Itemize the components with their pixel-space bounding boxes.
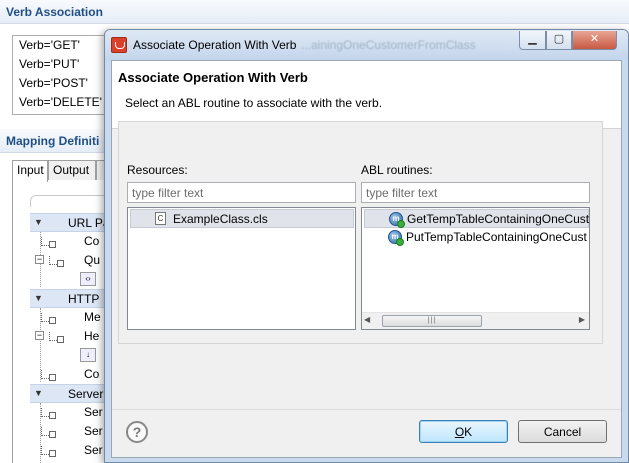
ok-mnemonic: O	[454, 424, 465, 439]
tree-node-icon	[41, 313, 56, 324]
abl-routines-list[interactable]: m GetTempTableContainingOneCust m PutTem…	[361, 207, 590, 330]
method-icon: m	[389, 212, 405, 228]
app-logo-icon	[111, 37, 127, 53]
abl-routine-item-get[interactable]: m GetTempTableContainingOneCust	[364, 209, 589, 228]
tree-item[interactable]: − He	[30, 327, 110, 346]
resources-label: Resources:	[127, 163, 188, 177]
background-title-ghost: ...ainingOneCustomerFromClass	[301, 38, 476, 52]
tree-node-icon	[41, 446, 56, 457]
abl-routine-item-put[interactable]: m PutTempTableContainingOneCust	[364, 228, 589, 247]
collapse-icon[interactable]: −	[35, 331, 44, 340]
tree-group-http[interactable]: ▼ HTTP	[30, 289, 110, 308]
verb-item-get[interactable]: Verb='GET'	[13, 36, 111, 55]
tab-output[interactable]: Output	[48, 160, 96, 181]
arrow-down-icon: ↓	[80, 348, 96, 362]
expand-arrow-icon[interactable]: ▼	[34, 388, 43, 398]
maximize-button[interactable]: ▢	[546, 31, 572, 50]
verb-list[interactable]: Verb='GET' Verb='PUT' Verb='POST' Verb='…	[12, 35, 112, 115]
ok-button[interactable]: OK	[419, 420, 508, 443]
dialog-titlebar[interactable]: Associate Operation With Verb ...ainingO…	[105, 30, 628, 60]
tree-group-server[interactable]: ▼ Server	[30, 384, 110, 403]
help-icon[interactable]: ?	[126, 421, 148, 443]
associate-operation-dialog: Associate Operation With Verb ...ainingO…	[104, 29, 629, 463]
collapse-icon[interactable]: −	[35, 255, 44, 264]
tree-item[interactable]: Co	[30, 232, 110, 251]
resource-item-exampleclass[interactable]: C ExampleClass.cls	[130, 209, 354, 228]
dialog-footer: ? OK Cancel	[112, 409, 621, 457]
expand-arrow-icon[interactable]: ▼	[34, 293, 43, 303]
abl-routines-filter-input[interactable]	[361, 182, 590, 203]
class-file-icon: C	[155, 212, 166, 225]
verb-item-post[interactable]: Verb='POST'	[13, 74, 111, 93]
tree-item[interactable]: ↓	[30, 346, 110, 365]
tree-node-icon	[41, 370, 56, 381]
horizontal-scrollbar[interactable]: ◀ ||| ▶	[362, 312, 589, 329]
tree-item[interactable]: Me	[30, 308, 110, 327]
tree-node-icon	[41, 427, 56, 438]
tree-item[interactable]: Ser	[30, 403, 110, 422]
tree-node-icon	[41, 237, 56, 248]
tree-item[interactable]: − Qu	[30, 251, 110, 270]
tree-node-icon	[41, 408, 56, 419]
minimize-button[interactable]: ▁	[519, 31, 546, 50]
tree-node-icon	[49, 256, 64, 267]
resources-list[interactable]: C ExampleClass.cls	[127, 207, 356, 330]
verb-item-delete[interactable]: Verb='DELETE'	[13, 93, 111, 112]
scroll-left-icon[interactable]: ◀	[364, 315, 370, 324]
ok-label: K	[464, 424, 473, 439]
tree-node-icon	[49, 332, 64, 343]
scroll-right-icon[interactable]: ▶	[579, 315, 585, 324]
dialog-heading: Associate Operation With Verb	[118, 70, 308, 85]
expand-arrow-icon[interactable]: ▼	[34, 217, 43, 227]
method-icon: m	[388, 230, 404, 246]
tree-item[interactable]: ‹›	[30, 270, 110, 289]
verb-item-put[interactable]: Verb='PUT'	[13, 55, 111, 74]
parameter-icon: ‹›	[80, 272, 96, 286]
dialog-description: Select an ABL routine to associate with …	[125, 96, 383, 110]
tree-group-url-params[interactable]: ▼ URL Pa	[30, 213, 110, 232]
dialog-window-title: Associate Operation With Verb	[133, 38, 297, 52]
tree-item[interactable]: Ser	[30, 441, 110, 460]
tree-item[interactable]: Co	[30, 365, 110, 384]
verb-association-header[interactable]: Verb Association	[0, 0, 629, 24]
abl-routines-label: ABL routines:	[361, 163, 433, 177]
dialog-banner: Associate Operation With Verb Select an …	[112, 61, 621, 129]
cancel-button[interactable]: Cancel	[518, 420, 607, 443]
resources-filter-input[interactable]	[127, 182, 356, 203]
tab-input[interactable]: Input	[12, 160, 48, 182]
tree-frame	[30, 195, 110, 207]
close-button[interactable]: ✕	[572, 31, 617, 50]
tree-item[interactable]: Ser	[30, 422, 110, 441]
scroll-thumb[interactable]: |||	[382, 315, 482, 327]
